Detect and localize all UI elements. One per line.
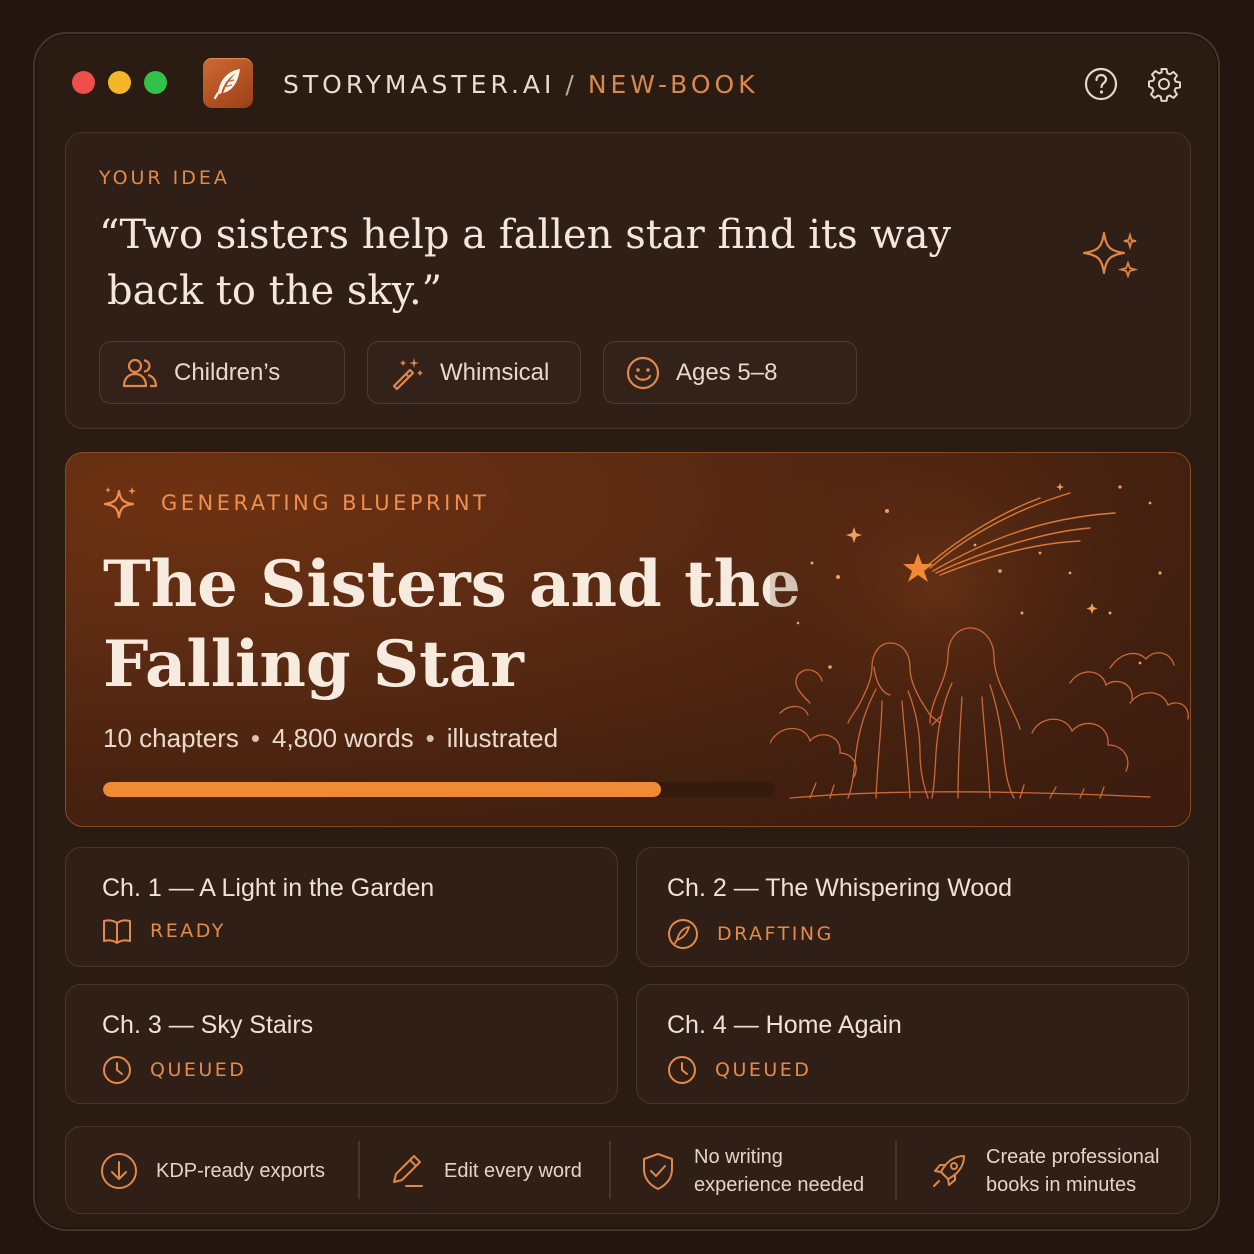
- idea-quote-line2: back to the sky.”: [107, 268, 443, 314]
- download-icon: [101, 1153, 137, 1189]
- idea-quote-line1: “Two sisters help a fallen star find its…: [99, 212, 952, 258]
- book-icon: [103, 919, 131, 944]
- sisters-falling-star-illustration: [770, 453, 1190, 826]
- divider: [895, 1141, 897, 1199]
- breadcrumb: STORYMASTER.AI / NEW-BOOK: [283, 70, 759, 99]
- gear-icon[interactable]: [1146, 66, 1182, 102]
- rocket-icon: [933, 1155, 965, 1187]
- divider: [358, 1141, 360, 1199]
- sparkle-icon: [1082, 231, 1139, 279]
- help-icon[interactable]: [1083, 66, 1119, 102]
- features-bar: KDP-ready exports Edit every word No wri…: [65, 1126, 1191, 1214]
- window-controls: [72, 71, 167, 94]
- chip-age[interactable]: Ages 5–8: [603, 341, 857, 404]
- smiley-icon: [626, 356, 660, 389]
- meta-chapters: 10 chapters: [103, 723, 239, 753]
- quill-icon: [668, 919, 698, 949]
- chapter-card[interactable]: Ch. 1 — A Light in the Garden READY: [65, 847, 618, 967]
- feature-label: Edit every word: [444, 1160, 582, 1182]
- feature-label: Create professional: [986, 1146, 1160, 1168]
- blueprint-card: GENERATING BLUEPRINT The Sisters and the…: [65, 452, 1191, 827]
- feather-logo-icon: [203, 58, 253, 108]
- feature-label: KDP-ready exports: [156, 1160, 325, 1182]
- breadcrumb-page: NEW-BOOK: [587, 70, 759, 99]
- feature-create-fast: Create professional books in minutes: [930, 1127, 1159, 1215]
- book-title-line2: Falling Star: [103, 627, 524, 702]
- chip-genre-label: Children’s: [174, 358, 281, 386]
- chapter-status-label: READY: [150, 920, 226, 942]
- chapter-status: QUEUED: [102, 1055, 246, 1085]
- feature-label: books in minutes: [986, 1174, 1137, 1196]
- close-window-button[interactable]: [72, 71, 95, 94]
- clock-icon: [103, 1056, 131, 1084]
- idea-chips: Children’s Whimsical Ages 5–8: [99, 341, 857, 404]
- chapter-status-label: QUEUED: [150, 1059, 247, 1081]
- chip-tone[interactable]: Whimsical: [367, 341, 581, 404]
- minimize-window-button[interactable]: [108, 71, 131, 94]
- book-title: The Sisters and the Falling Star: [103, 545, 803, 705]
- meta-separator: •: [425, 723, 435, 753]
- maximize-window-button[interactable]: [144, 71, 167, 94]
- breadcrumb-separator: /: [565, 70, 578, 99]
- app-window: STORYMASTER.AI / NEW-BOOK YOUR IDEA “Two s…: [33, 32, 1220, 1231]
- chapter-title: Ch. 1 — A Light in the Garden: [102, 874, 435, 902]
- idea-eyebrow: YOUR IDEA: [99, 167, 230, 189]
- chapter-title: Ch. 2 — The Whispering Wood: [667, 874, 1013, 902]
- meta-separator: •: [250, 723, 260, 753]
- breadcrumb-app[interactable]: STORYMASTER.AI: [283, 70, 555, 99]
- feature-label: No writing: [694, 1146, 783, 1168]
- chapter-title: Ch. 3 — Sky Stairs: [102, 1011, 314, 1039]
- chapter-status-label: QUEUED: [715, 1059, 812, 1081]
- chapter-status: READY: [102, 918, 226, 944]
- pencil-icon: [393, 1155, 423, 1187]
- people-icon: [122, 358, 158, 387]
- chip-tone-label: Whimsical: [440, 358, 550, 386]
- feature-edit: Edit every word: [388, 1127, 582, 1215]
- chip-age-label: Ages 5–8: [676, 358, 778, 386]
- meta-words: 4,800 words: [271, 723, 414, 753]
- magic-wand-icon: [392, 357, 423, 390]
- chip-genre[interactable]: Children’s: [99, 341, 345, 404]
- feature-no-experience: No writing experience needed: [640, 1127, 864, 1215]
- divider: [609, 1141, 611, 1199]
- feature-kdp-exports: KDP-ready exports: [100, 1127, 325, 1215]
- blueprint-eyebrow: GENERATING BLUEPRINT: [103, 485, 489, 521]
- chapter-card[interactable]: Ch. 4 — Home Again QUEUED: [636, 984, 1189, 1104]
- book-meta: 10 chapters • 4,800 words • illustrated: [103, 723, 558, 754]
- meta-illustrated: illustrated: [446, 723, 559, 753]
- chapter-title: Ch. 4 — Home Again: [667, 1011, 902, 1039]
- chapter-status: DRAFTING: [667, 918, 834, 950]
- blueprint-progress-bar: [103, 782, 775, 797]
- chapter-card[interactable]: Ch. 2 — The Whispering Wood DRAFTING: [636, 847, 1189, 967]
- clock-icon: [668, 1056, 696, 1084]
- chapter-status: QUEUED: [667, 1055, 811, 1085]
- sparkles-icon: [103, 487, 136, 519]
- idea-quote[interactable]: “Two sisters help a fallen star find its…: [99, 207, 959, 319]
- shield-check-icon: [643, 1153, 673, 1190]
- idea-card: YOUR IDEA “Two sisters help a fallen sta…: [65, 132, 1191, 429]
- chapter-card[interactable]: Ch. 3 — Sky Stairs QUEUED: [65, 984, 618, 1104]
- blueprint-progress-fill: [103, 782, 661, 797]
- book-title-line1: The Sisters and the: [103, 547, 801, 622]
- blueprint-status-label: GENERATING BLUEPRINT: [161, 491, 490, 515]
- chapter-status-label: DRAFTING: [717, 923, 834, 945]
- feature-label: experience needed: [694, 1174, 865, 1196]
